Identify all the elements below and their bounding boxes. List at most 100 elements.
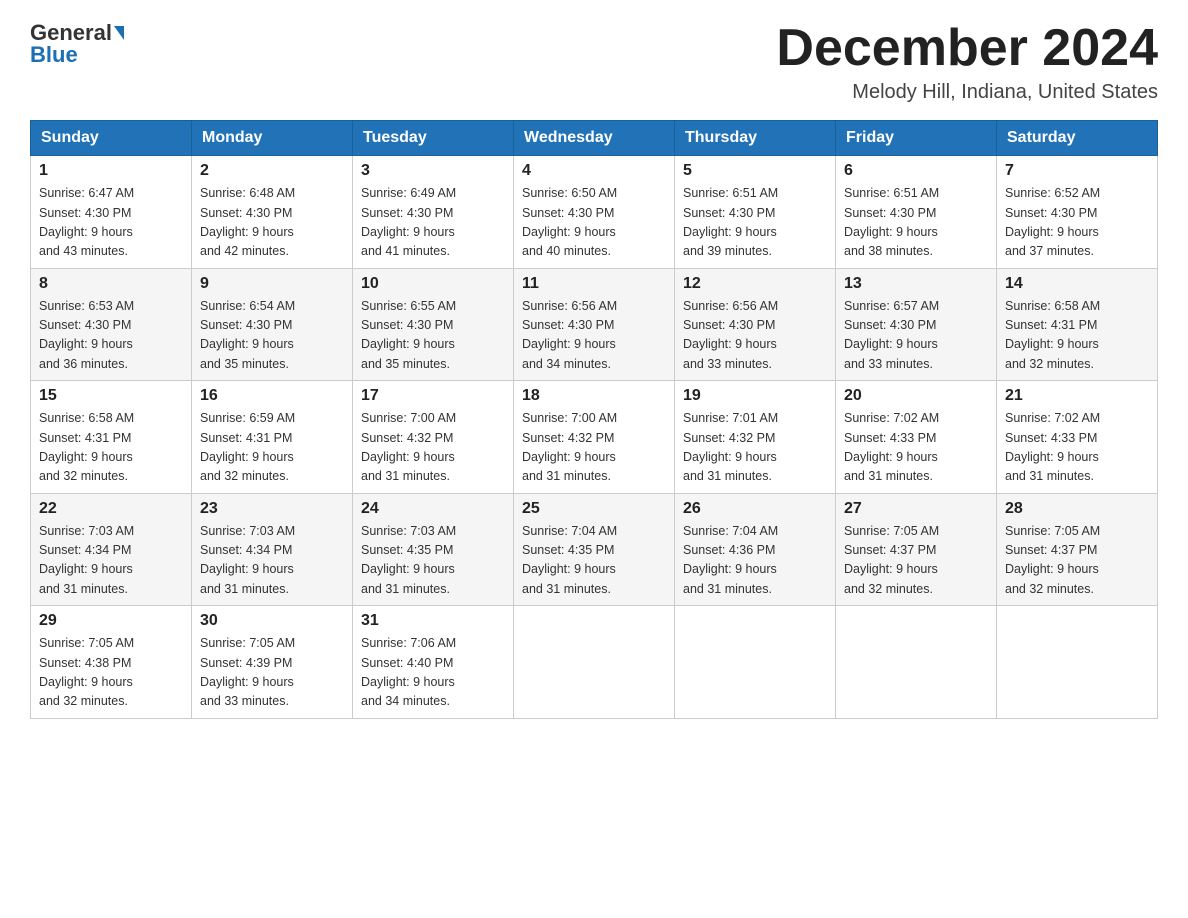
calendar-cell: 15Sunrise: 6:58 AMSunset: 4:31 PMDayligh…	[31, 381, 192, 494]
calendar-cell: 27 Sunrise: 7:05 AMSunset: 4:37 PMDayligh…	[836, 493, 997, 606]
day-info: Sunrise: 7:05 AMSunset: 4:39 PMDaylight:…	[200, 634, 344, 712]
day-info: Sunrise: 6:47 AMSunset: 4:30 PMDaylight:…	[39, 184, 183, 262]
calendar-cell: 19 Sunrise: 7:01 AMSunset: 4:32 PMDayligh…	[675, 381, 836, 494]
day-info: Sunrise: 7:04 AMSunset: 4:36 PMDaylight:…	[683, 522, 827, 600]
day-info: Sunrise: 7:05 AMSunset: 4:37 PMDaylight:…	[844, 522, 988, 600]
calendar-cell: 23Sunrise: 7:03 AMSunset: 4:34 PMDayligh…	[192, 493, 353, 606]
calendar-cell	[514, 606, 675, 719]
day-info: Sunrise: 7:02 AMSunset: 4:33 PMDaylight:…	[844, 409, 988, 487]
weekday-header-monday: Monday	[192, 121, 353, 156]
weekday-header-friday: Friday	[836, 121, 997, 156]
weekday-header-row: SundayMondayTuesdayWednesdayThursdayFrid…	[31, 121, 1158, 156]
calendar-cell: 31 Sunrise: 7:06 AMSunset: 4:40 PMDayligh…	[353, 606, 514, 719]
location-text: Melody Hill, Indiana, United States	[776, 81, 1158, 104]
day-number: 9	[200, 275, 344, 293]
day-number: 25	[522, 500, 666, 518]
day-number: 18	[522, 387, 666, 405]
day-info: Sunrise: 6:58 AMSunset: 4:31 PMDaylight:…	[1005, 297, 1149, 375]
day-number: 17	[361, 387, 505, 405]
calendar-cell: 8 Sunrise: 6:53 AMSunset: 4:30 PMDaylight…	[31, 268, 192, 381]
weekday-header-thursday: Thursday	[675, 121, 836, 156]
day-number: 8	[39, 275, 183, 293]
calendar-week-1: 1 Sunrise: 6:47 AMSunset: 4:30 PMDaylight…	[31, 156, 1158, 269]
calendar-cell: 16Sunrise: 6:59 AMSunset: 4:31 PMDayligh…	[192, 381, 353, 494]
day-number: 26	[683, 500, 827, 518]
day-number: 5	[683, 162, 827, 180]
day-info: Sunrise: 6:58 AMSunset: 4:31 PMDaylight:…	[39, 409, 183, 487]
day-info: Sunrise: 7:02 AMSunset: 4:33 PMDaylight:…	[1005, 409, 1149, 487]
calendar-cell: 22Sunrise: 7:03 AMSunset: 4:34 PMDayligh…	[31, 493, 192, 606]
calendar-cell: 2 Sunrise: 6:48 AMSunset: 4:30 PMDaylight…	[192, 156, 353, 269]
day-info: Sunrise: 6:55 AMSunset: 4:30 PMDaylight:…	[361, 297, 505, 375]
day-info: Sunrise: 6:50 AMSunset: 4:30 PMDaylight:…	[522, 184, 666, 262]
day-number: 11	[522, 275, 666, 293]
day-info: Sunrise: 6:53 AMSunset: 4:30 PMDaylight:…	[39, 297, 183, 375]
day-info: Sunrise: 6:51 AMSunset: 4:30 PMDaylight:…	[683, 184, 827, 262]
calendar-cell: 28Sunrise: 7:05 AMSunset: 4:37 PMDayligh…	[997, 493, 1158, 606]
calendar-cell: 11 Sunrise: 6:56 AMSunset: 4:30 PMDayligh…	[514, 268, 675, 381]
day-info: Sunrise: 7:01 AMSunset: 4:32 PMDaylight:…	[683, 409, 827, 487]
calendar-cell: 10Sunrise: 6:55 AMSunset: 4:30 PMDayligh…	[353, 268, 514, 381]
calendar-cell	[997, 606, 1158, 719]
calendar-cell: 7 Sunrise: 6:52 AMSunset: 4:30 PMDaylight…	[997, 156, 1158, 269]
day-info: Sunrise: 7:05 AMSunset: 4:37 PMDaylight:…	[1005, 522, 1149, 600]
day-info: Sunrise: 6:56 AMSunset: 4:30 PMDaylight:…	[683, 297, 827, 375]
page-header: General Blue December 2024 Melody Hill, …	[30, 20, 1158, 104]
day-info: Sunrise: 7:00 AMSunset: 4:32 PMDaylight:…	[361, 409, 505, 487]
calendar-cell: 25 Sunrise: 7:04 AMSunset: 4:35 PMDayligh…	[514, 493, 675, 606]
day-number: 24	[361, 500, 505, 518]
day-info: Sunrise: 7:06 AMSunset: 4:40 PMDaylight:…	[361, 634, 505, 712]
day-info: Sunrise: 6:56 AMSunset: 4:30 PMDaylight:…	[522, 297, 666, 375]
day-info: Sunrise: 7:03 AMSunset: 4:34 PMDaylight:…	[200, 522, 344, 600]
month-title: December 2024	[776, 20, 1158, 77]
calendar-week-2: 8 Sunrise: 6:53 AMSunset: 4:30 PMDaylight…	[31, 268, 1158, 381]
day-info: Sunrise: 7:04 AMSunset: 4:35 PMDaylight:…	[522, 522, 666, 600]
calendar-cell: 17 Sunrise: 7:00 AMSunset: 4:32 PMDayligh…	[353, 381, 514, 494]
day-number: 27	[844, 500, 988, 518]
day-info: Sunrise: 6:54 AMSunset: 4:30 PMDaylight:…	[200, 297, 344, 375]
day-number: 13	[844, 275, 988, 293]
calendar-cell: 18Sunrise: 7:00 AMSunset: 4:32 PMDayligh…	[514, 381, 675, 494]
day-info: Sunrise: 6:59 AMSunset: 4:31 PMDaylight:…	[200, 409, 344, 487]
calendar-cell: 29 Sunrise: 7:05 AMSunset: 4:38 PMDayligh…	[31, 606, 192, 719]
title-area: December 2024 Melody Hill, Indiana, Unit…	[776, 20, 1158, 104]
logo-arrow-icon	[114, 26, 124, 40]
day-number: 30	[200, 612, 344, 630]
day-info: Sunrise: 7:03 AMSunset: 4:34 PMDaylight:…	[39, 522, 183, 600]
calendar-cell	[836, 606, 997, 719]
day-number: 19	[683, 387, 827, 405]
logo-blue-text: Blue	[30, 42, 78, 68]
calendar-cell: 14Sunrise: 6:58 AMSunset: 4:31 PMDayligh…	[997, 268, 1158, 381]
calendar-cell: 24 Sunrise: 7:03 AMSunset: 4:35 PMDayligh…	[353, 493, 514, 606]
day-number: 20	[844, 387, 988, 405]
day-info: Sunrise: 6:49 AMSunset: 4:30 PMDaylight:…	[361, 184, 505, 262]
calendar-cell: 9 Sunrise: 6:54 AMSunset: 4:30 PMDaylight…	[192, 268, 353, 381]
day-number: 29	[39, 612, 183, 630]
day-info: Sunrise: 6:57 AMSunset: 4:30 PMDaylight:…	[844, 297, 988, 375]
calendar-week-5: 29 Sunrise: 7:05 AMSunset: 4:38 PMDayligh…	[31, 606, 1158, 719]
day-number: 12	[683, 275, 827, 293]
day-number: 31	[361, 612, 505, 630]
weekday-header-wednesday: Wednesday	[514, 121, 675, 156]
day-info: Sunrise: 7:05 AMSunset: 4:38 PMDaylight:…	[39, 634, 183, 712]
day-info: Sunrise: 6:48 AMSunset: 4:30 PMDaylight:…	[200, 184, 344, 262]
calendar-cell: 20 Sunrise: 7:02 AMSunset: 4:33 PMDayligh…	[836, 381, 997, 494]
day-number: 7	[1005, 162, 1149, 180]
calendar-cell: 13 Sunrise: 6:57 AMSunset: 4:30 PMDayligh…	[836, 268, 997, 381]
logo: General Blue	[30, 20, 126, 68]
calendar-week-4: 22Sunrise: 7:03 AMSunset: 4:34 PMDayligh…	[31, 493, 1158, 606]
calendar-table: SundayMondayTuesdayWednesdayThursdayFrid…	[30, 120, 1158, 719]
calendar-cell: 12 Sunrise: 6:56 AMSunset: 4:30 PMDayligh…	[675, 268, 836, 381]
day-info: Sunrise: 6:52 AMSunset: 4:30 PMDaylight:…	[1005, 184, 1149, 262]
day-number: 1	[39, 162, 183, 180]
calendar-cell	[675, 606, 836, 719]
day-number: 3	[361, 162, 505, 180]
weekday-header-saturday: Saturday	[997, 121, 1158, 156]
calendar-cell: 4Sunrise: 6:50 AMSunset: 4:30 PMDaylight…	[514, 156, 675, 269]
day-info: Sunrise: 6:51 AMSunset: 4:30 PMDaylight:…	[844, 184, 988, 262]
weekday-header-sunday: Sunday	[31, 121, 192, 156]
day-info: Sunrise: 7:03 AMSunset: 4:35 PMDaylight:…	[361, 522, 505, 600]
calendar-cell: 1 Sunrise: 6:47 AMSunset: 4:30 PMDaylight…	[31, 156, 192, 269]
day-number: 2	[200, 162, 344, 180]
calendar-cell: 6Sunrise: 6:51 AMSunset: 4:30 PMDaylight…	[836, 156, 997, 269]
